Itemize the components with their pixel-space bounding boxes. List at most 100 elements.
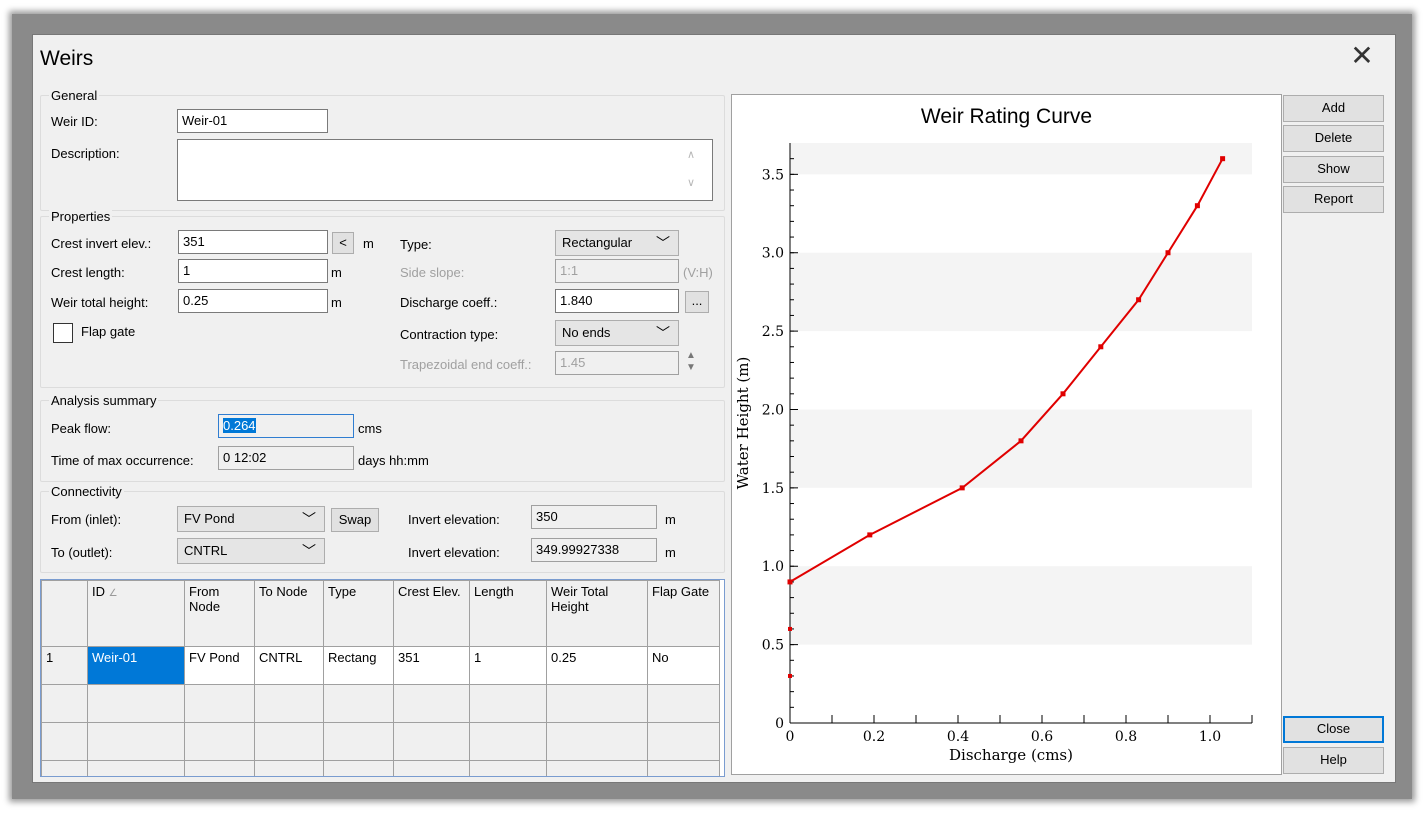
description-textarea[interactable]	[177, 139, 713, 201]
crest-length-input[interactable]: 1	[178, 259, 328, 283]
table-cell-length[interactable]: 1	[469, 646, 547, 685]
spin-up-icon[interactable]: ▲	[686, 350, 696, 361]
data-point	[1165, 250, 1171, 256]
chevron-up-icon[interactable]: ∧	[687, 148, 695, 161]
table-header-length[interactable]: Length	[469, 580, 547, 647]
spin-down-icon[interactable]: ▼	[686, 362, 696, 373]
show-button[interactable]: Show	[1283, 156, 1384, 183]
x-tick-label: 0.8	[1115, 729, 1137, 745]
swap-button[interactable]: Swap	[331, 508, 379, 532]
invert-elev-outlet-input[interactable]: 349.99927338	[531, 538, 657, 562]
y-tick-label: 3.0	[762, 246, 784, 262]
table-empty-cell	[546, 684, 648, 723]
table-header-flap-gate[interactable]: Flap Gate	[647, 580, 720, 647]
report-button[interactable]: Report	[1283, 186, 1384, 213]
type-select[interactable]: Rectangular ﹀	[555, 230, 679, 256]
table-header-to-node[interactable]: To Node	[254, 580, 324, 647]
table-empty-cell	[184, 684, 255, 723]
close-icon[interactable]: ✕	[1347, 41, 1377, 71]
weir-id-label: Weir ID:	[51, 114, 98, 129]
time-max-input[interactable]: 0 12:02	[218, 446, 354, 470]
table-row[interactable]: 1 Weir-01 FV Pond CNTRL Rectang 351 1 0.…	[41, 646, 720, 685]
data-point	[787, 579, 793, 585]
table-empty-cell	[469, 722, 547, 761]
table-empty-cell	[393, 684, 470, 723]
table-row-number[interactable]: 1	[41, 646, 88, 685]
table-header-type[interactable]: Type	[323, 580, 394, 647]
rating-curve-line	[789, 158, 1224, 583]
data-point	[788, 626, 792, 631]
table-empty-cell	[323, 722, 394, 761]
contraction-select[interactable]: No ends ﹀	[555, 320, 679, 346]
invert-elev-inlet-input[interactable]: 350	[531, 505, 657, 529]
chevron-down-icon[interactable]: ∨	[687, 176, 695, 189]
y-tick-label: 0	[775, 716, 784, 732]
table-header-weir-total-height[interactable]: Weir Total Height	[546, 580, 648, 647]
grid-band	[790, 409, 1252, 488]
connectivity-group: Connectivity From (inlet): FV Pond ﹀ Swa…	[40, 484, 725, 573]
sort-asc-icon: ∠	[108, 588, 118, 599]
data-point	[1018, 438, 1024, 444]
table-empty-cell	[546, 760, 648, 776]
discharge-coeff-input[interactable]: 1.840	[555, 289, 679, 313]
y-tick-label: 2.5	[762, 324, 784, 340]
weir-id-input[interactable]: Weir-01	[177, 109, 328, 133]
general-group-label: General	[49, 88, 100, 103]
data-point	[1220, 156, 1226, 162]
table-empty-cell	[254, 760, 324, 776]
table-empty-cell	[647, 684, 720, 723]
table-cell-crest-elev[interactable]: 351	[393, 646, 470, 685]
weirs-table[interactable]: ID ∠ From Node To Node Type Crest Elev. …	[40, 579, 725, 777]
to-outlet-label: To (outlet):	[51, 545, 113, 560]
x-axis-label: Discharge (cms)	[949, 746, 1073, 764]
flap-gate-checkbox[interactable]	[53, 323, 73, 343]
table-header-from-node[interactable]: From Node	[184, 580, 255, 647]
side-slope-unit: (V:H)	[683, 265, 713, 280]
properties-group: Properties Crest invert elev.: 351 < m C…	[40, 209, 725, 388]
table-empty-cell	[184, 760, 255, 776]
y-tick-label: 2.0	[762, 402, 784, 418]
chevron-down-icon: ﹀	[656, 235, 670, 251]
delete-button[interactable]: Delete	[1283, 125, 1384, 152]
table-cell-flap-gate[interactable]: No	[647, 646, 720, 685]
close-button[interactable]: Close	[1283, 716, 1384, 743]
add-button[interactable]: Add	[1283, 95, 1384, 122]
table-header-id[interactable]: ID ∠	[87, 580, 185, 647]
data-point	[788, 673, 792, 678]
x-tick-label: 0.2	[863, 729, 885, 745]
table-empty-cell	[87, 760, 185, 776]
y-tick-label: 1.0	[762, 559, 784, 575]
help-button[interactable]: Help	[1283, 747, 1384, 774]
table-cell-type[interactable]: Rectang	[323, 646, 394, 685]
peak-flow-input[interactable]: 0.264	[218, 414, 354, 438]
table-cell-id[interactable]: Weir-01	[87, 646, 185, 685]
type-label: Type:	[400, 237, 432, 252]
table-cell-weir-total-height[interactable]: 0.25	[546, 646, 648, 685]
invert-elev-outlet-unit: m	[665, 545, 676, 560]
crest-invert-arrow-button[interactable]: <	[332, 232, 354, 254]
trap-end-coeff-label: Trapezoidal end coeff.:	[400, 357, 532, 372]
table-empty-cell	[87, 684, 185, 723]
weir-height-unit: m	[331, 295, 342, 310]
table-empty-cell	[254, 722, 324, 761]
table-cell-from-node[interactable]: FV Pond	[184, 646, 255, 685]
y-tick-label: 0.5	[762, 638, 784, 654]
discharge-coeff-ellipsis-button[interactable]: ...	[685, 291, 709, 313]
crest-invert-input[interactable]: 351	[178, 230, 328, 254]
data-point	[1098, 344, 1104, 350]
from-inlet-label: From (inlet):	[51, 512, 122, 527]
x-tick-label: 0.4	[947, 729, 969, 745]
grid-band	[790, 566, 1252, 645]
discharge-coeff-label: Discharge coeff.:	[400, 295, 498, 310]
from-inlet-select[interactable]: FV Pond ﹀	[177, 506, 325, 532]
table-empty-cell	[184, 722, 255, 761]
to-outlet-select[interactable]: CNTRL ﹀	[177, 538, 325, 564]
connectivity-group-label: Connectivity	[49, 484, 124, 499]
x-tick-label: 1.0	[1199, 729, 1221, 745]
table-empty-cell	[647, 760, 720, 776]
table-header-crest-elev[interactable]: Crest Elev.	[393, 580, 470, 647]
rating-curve-panel: Weir Rating Curve 0 0.5 1.0 1.5 2.0 2.5 3.0 3.5…	[731, 94, 1282, 775]
weir-height-input[interactable]: 0.25	[178, 289, 328, 313]
table-empty-cell	[41, 722, 88, 761]
table-cell-to-node[interactable]: CNTRL	[254, 646, 324, 685]
